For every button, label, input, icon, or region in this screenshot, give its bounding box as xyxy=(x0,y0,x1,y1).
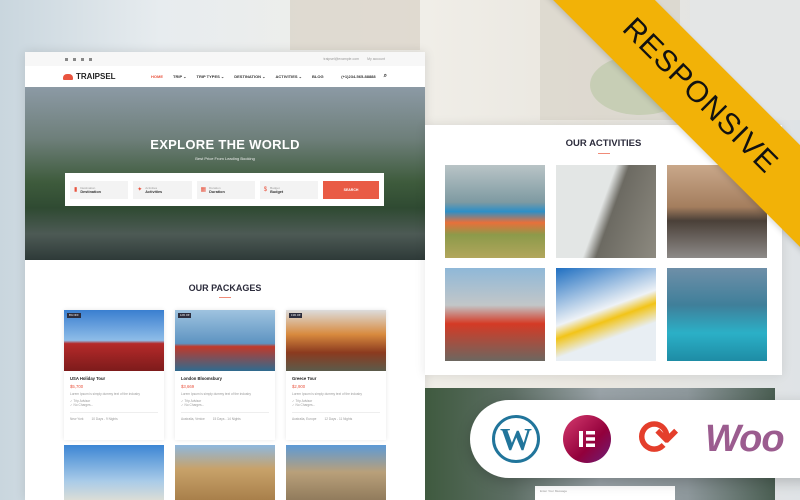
package-card[interactable]: 13% Off Greece Tour $2,900 Lorem Ipsum is … xyxy=(286,310,386,440)
package-image xyxy=(286,445,386,500)
package-card[interactable]: 8% OFF USA Holiday Tour $5,700 Lorem Ipsum… xyxy=(64,310,164,440)
main-nav: TRAIPSEL HOME TRIP ⌄ TRIP TYPES ⌄ DESTIN… xyxy=(25,66,425,87)
activity-skiing[interactable] xyxy=(556,268,656,361)
activity-kayaking[interactable] xyxy=(667,268,767,361)
dollar-icon: $ xyxy=(263,186,268,193)
nav-activities[interactable]: ACTIVITIES ⌄ xyxy=(276,74,302,79)
search-button[interactable]: SEARCH xyxy=(323,180,379,199)
nav-destination[interactable]: DESTINATION ⌄ xyxy=(234,74,265,79)
packages-title: OUR PACKAGES xyxy=(25,283,425,298)
logo[interactable]: TRAIPSEL xyxy=(63,72,151,81)
hero-title: EXPLORE THE WORLD xyxy=(150,137,300,152)
elementor-icon xyxy=(563,415,611,463)
nav-trip-types[interactable]: TRIP TYPES ⌄ xyxy=(197,74,225,79)
nav-home[interactable]: HOME xyxy=(151,74,163,79)
activity-climbing[interactable] xyxy=(556,165,656,258)
nav-blog[interactable]: BLOG xyxy=(312,74,324,79)
map-icon: ▮ xyxy=(74,187,78,193)
top-bar: traipsel@example.com My account xyxy=(25,52,425,66)
woocommerce-icon: Woo xyxy=(705,417,785,460)
hero: EXPLORE THE WORLD Best Price From Leadin… xyxy=(25,87,425,260)
plane-icon xyxy=(63,73,73,80)
person-icon: ✦ xyxy=(137,187,143,193)
package-image xyxy=(175,445,275,500)
wordpress-icon: W xyxy=(492,415,540,463)
package-image: 8% OFF xyxy=(64,310,164,371)
nav-trip[interactable]: TRIP ⌄ xyxy=(173,74,187,79)
desktop-mockup: traipsel@example.com My account TRAIPSEL … xyxy=(25,52,425,500)
activity-camping[interactable] xyxy=(445,165,545,258)
package-image xyxy=(64,445,164,500)
sync-icon: ⟳ xyxy=(637,412,679,465)
search-form: ▮ Destination Destination ✦ Activities Activ… xyxy=(65,173,384,206)
package-image: 12% Off xyxy=(175,310,275,371)
activity-mountaineering[interactable] xyxy=(445,268,545,361)
twitter-icon[interactable] xyxy=(73,57,76,61)
package-image: 13% Off xyxy=(286,310,386,371)
phone-number[interactable]: (+1)234-565-88888 xyxy=(341,74,375,79)
email-link[interactable]: traipsel@example.com xyxy=(323,57,359,61)
search-icon[interactable]: ⌕ xyxy=(384,73,387,80)
destination-select[interactable]: ▮ Destination Destination xyxy=(70,180,129,199)
instagram-icon[interactable] xyxy=(89,57,92,61)
hero-subtitle: Best Price From Leading Booking xyxy=(195,156,255,161)
account-link[interactable]: My account xyxy=(367,57,385,61)
duration-input[interactable]: ▦ Duration Duration xyxy=(196,180,255,199)
plugin-badges: W ⟳ Woo xyxy=(470,400,800,478)
message-field[interactable]: Enter Your Message xyxy=(535,486,675,500)
package-card[interactable]: 12% Off London Bloomsbury $3,669 Lorem Ips… xyxy=(175,310,275,440)
calendar-icon: ▦ xyxy=(200,187,207,193)
youtube-icon[interactable] xyxy=(81,57,84,61)
activities-select[interactable]: ✦ Activities Activities xyxy=(133,180,192,199)
facebook-icon[interactable] xyxy=(65,57,68,61)
budget-input[interactable]: $ Budget Budget xyxy=(259,180,318,199)
